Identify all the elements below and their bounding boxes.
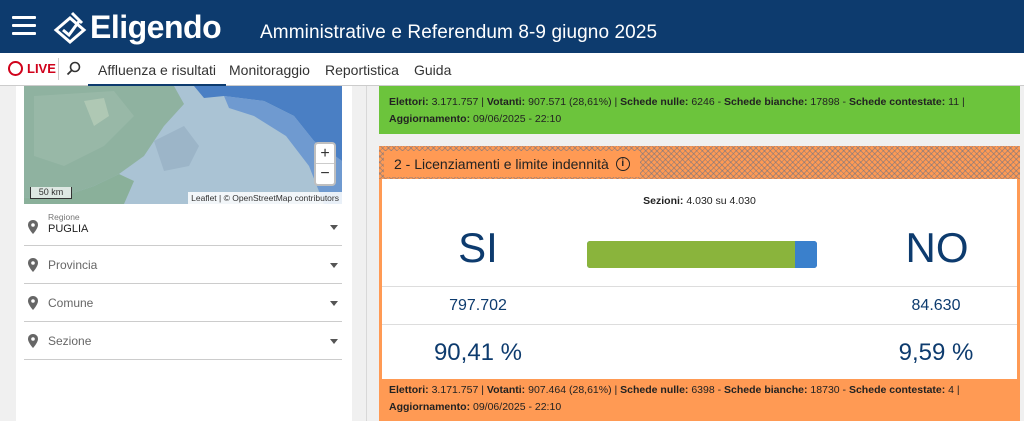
yes-percentage: 90,41 %: [433, 339, 523, 366]
schede-nulle-value: 6246: [691, 96, 715, 108]
aggiornamento-value: 09/06/2025 - 22:10: [473, 401, 562, 413]
quesito-stats: Elettori: 3.171.757 | Votanti: 907.464 (…: [389, 384, 960, 413]
zoom-in-button[interactable]: +: [316, 144, 334, 164]
live-label: LIVE: [27, 61, 56, 76]
zoom-out-button[interactable]: −: [316, 164, 334, 184]
yes-votes: 797.702: [449, 297, 507, 314]
schede-nulle-value: 6398: [691, 384, 715, 396]
chevron-down-icon: [330, 301, 338, 306]
quesito-results: Sezioni: 4.030 su 4.030 SI NO 797.702 84…: [382, 179, 1017, 379]
filter-sezione[interactable]: Sezione: [24, 322, 342, 360]
live-circle-icon: [8, 61, 23, 76]
elettori-value: 3.171.757: [431, 384, 479, 396]
tab-monitoraggio[interactable]: Monitoraggio: [229, 62, 310, 78]
no-label: NO: [905, 224, 969, 271]
elettori-label: Elettori:: [389, 384, 429, 396]
chevron-down-icon: [330, 339, 338, 344]
quesito-title: 2 - Licenziamenti e limite indennità: [394, 156, 609, 172]
filter-provincia-label: Provincia: [48, 258, 98, 272]
chevron-down-icon: [330, 225, 338, 230]
location-pin-icon: [28, 334, 38, 348]
yes-label: SI: [458, 224, 498, 271]
hamburger-menu-icon[interactable]: [12, 16, 36, 36]
row-divider: [382, 286, 1017, 287]
tab-reportistica[interactable]: Reportistica: [325, 62, 399, 78]
location-pin-icon: [28, 258, 38, 272]
row-divider: [382, 324, 1017, 325]
sezioni-value: 4.030 su 4.030: [686, 195, 756, 207]
sezioni-count: Sezioni: 4.030 su 4.030: [382, 195, 1017, 207]
quesito-title-badge: 2 - Licenziamenti e limite indennità i: [384, 151, 640, 177]
schede-bianche-label: Schede bianche:: [724, 384, 808, 396]
quesito-card: 2 - Licenziamenti e limite indennità i S…: [379, 146, 1020, 421]
schede-contestate-value: 11: [948, 96, 960, 108]
search-icon[interactable]: [66, 61, 82, 77]
region-map[interactable]: + − 50 km Leaflet | © OpenStreetMap cont…: [24, 86, 342, 204]
nav-divider: [58, 58, 59, 80]
schede-bianche-value: 17898: [810, 96, 840, 108]
eligendo-logo[interactable]: Eligendo: [52, 8, 222, 45]
schede-nulle-label: Schede nulle:: [620, 96, 689, 108]
info-icon[interactable]: i: [615, 157, 630, 171]
elettori-label: Elettori:: [389, 96, 429, 108]
map-attribution[interactable]: Leaflet | © OpenStreetMap contributors: [188, 192, 342, 204]
schede-contestate-label: Schede contestate:: [848, 96, 946, 108]
top-header: Eligendo Amministrative e Referendum 8-9…: [0, 0, 1024, 53]
votanti-label: Votanti:: [486, 96, 526, 108]
schede-bianche-label: Schede bianche:: [724, 96, 808, 108]
panel-divider: [366, 86, 367, 421]
tab-affluenza-risultati[interactable]: Affluenza e risultati: [87, 62, 227, 87]
filter-regione[interactable]: Regione PUGLIA: [24, 208, 342, 246]
votanti-value: 907.571 (28,61%): [528, 96, 612, 108]
filter-regione-label: Regione: [48, 212, 80, 222]
location-pin-icon: [28, 220, 38, 234]
ballot-logo-icon: [53, 11, 87, 44]
tab-guida[interactable]: Guida: [414, 62, 451, 78]
result-bar-yes: [587, 241, 795, 268]
chevron-down-icon: [330, 263, 338, 268]
result-bar-no: [795, 241, 817, 268]
sezioni-label: Sezioni:: [643, 195, 684, 207]
aggiornamento-label: Aggiornamento:: [389, 401, 471, 413]
location-pin-icon: [28, 296, 38, 310]
schede-contestate-label: Schede contestate:: [848, 384, 946, 396]
no-percentage: 9,59 %: [898, 339, 974, 366]
votanti-label: Votanti:: [486, 384, 526, 396]
filter-comune-label: Comune: [48, 296, 94, 310]
filter-regione-value: PUGLIA: [48, 223, 89, 235]
schede-contestate-value: 4: [948, 384, 955, 396]
schede-nulle-label: Schede nulle:: [620, 384, 689, 396]
app-name: Eligendo: [90, 8, 222, 45]
filter-provincia[interactable]: Provincia: [24, 246, 342, 284]
live-badge[interactable]: LIVE: [8, 61, 56, 76]
votanti-value: 907.464 (28,61%): [528, 384, 612, 396]
main-nav: LIVE Affluenza e risultati Monitoraggio …: [0, 53, 1024, 87]
filter-comune[interactable]: Comune: [24, 284, 342, 322]
schede-bianche-value: 18730: [810, 384, 840, 396]
filter-sezione-label: Sezione: [48, 334, 92, 348]
map-zoom-control: + −: [314, 142, 336, 186]
prev-quesito-stats: Elettori: 3.171.757 | Votanti: 907.571 (…: [379, 86, 1020, 134]
map-scale: 50 km: [30, 187, 72, 199]
election-title: Amministrative e Referendum 8-9 giugno 2…: [260, 22, 658, 43]
filter-panel: + − 50 km Leaflet | © OpenStreetMap cont…: [16, 86, 352, 421]
no-votes: 84.630: [911, 297, 961, 314]
aggiornamento-value: 09/06/2025 - 22:10: [473, 113, 562, 125]
elettori-value: 3.171.757: [431, 96, 479, 108]
aggiornamento-label: Aggiornamento:: [389, 113, 471, 125]
result-bar: [587, 241, 817, 268]
